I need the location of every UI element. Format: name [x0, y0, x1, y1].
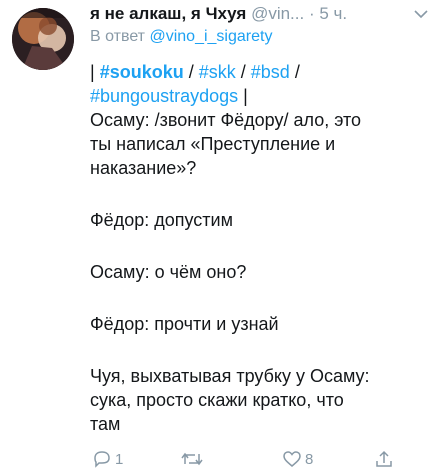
reply-context: В ответ @vino_i_sigarety — [90, 26, 272, 48]
share-button[interactable] — [374, 450, 394, 468]
slash-separator: / — [183, 62, 199, 82]
hashtag-soukoku[interactable]: #soukoku — [100, 62, 184, 82]
display-name[interactable]: я не алкаш, я Чхуя — [90, 4, 246, 23]
text-line: Осаму: /звонит Фёдору/ ало, это — [90, 110, 362, 130]
timestamp[interactable]: 5 ч. — [319, 4, 347, 23]
user-handle[interactable]: @vin... — [251, 4, 304, 23]
text-line: наказание»? — [90, 158, 197, 178]
reply-count: 1 — [115, 450, 124, 468]
text-line: сука, просто скажи кратко, что — [90, 390, 344, 410]
hashtag-bsd[interactable]: #bsd — [251, 62, 290, 82]
tweet-text: | #soukoku / #skk / #bsd / #bungoustrayd… — [90, 60, 428, 436]
text-line: там — [90, 414, 121, 434]
hashtag-bungoustraydogs[interactable]: #bungoustraydogs — [90, 86, 238, 106]
like-count: 8 — [305, 450, 314, 468]
hashtag-skk[interactable]: #skk — [199, 62, 236, 82]
tweet-actions: 1 8 — [90, 450, 430, 472]
text-line: Чуя, выхватывая трубку у Осаму: — [90, 366, 370, 386]
text-line: Фёдор: допустим — [90, 210, 233, 230]
retweet-button[interactable] — [180, 450, 204, 468]
reply-button[interactable]: 1 — [92, 450, 123, 468]
slash-separator: / — [235, 62, 251, 82]
reply-icon — [94, 451, 110, 468]
bar-close: | — [238, 86, 248, 106]
hashtag-line-2: #bungoustraydogs | — [90, 84, 428, 108]
like-button[interactable]: 8 — [282, 450, 313, 468]
tweet[interactable]: я не алкаш, я Чхуя @vin... · 5 ч. В отве… — [0, 0, 438, 472]
text-line: Фёдор: прочти и узнай — [90, 314, 279, 334]
avatar[interactable] — [12, 8, 74, 70]
avatar-image — [12, 8, 74, 70]
separator-dot: · — [308, 4, 315, 23]
tweet-header: я не алкаш, я Чхуя @vin... · 5 ч. — [90, 2, 430, 26]
chevron-down-icon[interactable] — [414, 2, 428, 26]
bar-open: | — [90, 62, 100, 82]
retweet-icon — [181, 452, 203, 466]
hashtag-line-1: | #soukoku / #skk / #bsd / — [90, 60, 428, 84]
text-line: Осаму: о чём оно? — [90, 262, 247, 282]
heart-icon — [283, 451, 301, 467]
text-line: ты написал «Преступление и — [90, 134, 336, 154]
slash-separator: / — [289, 62, 300, 82]
reply-prefix: В ответ — [90, 28, 146, 45]
reply-mention-link[interactable]: @vino_i_sigarety — [149, 28, 272, 45]
share-icon — [376, 450, 392, 467]
